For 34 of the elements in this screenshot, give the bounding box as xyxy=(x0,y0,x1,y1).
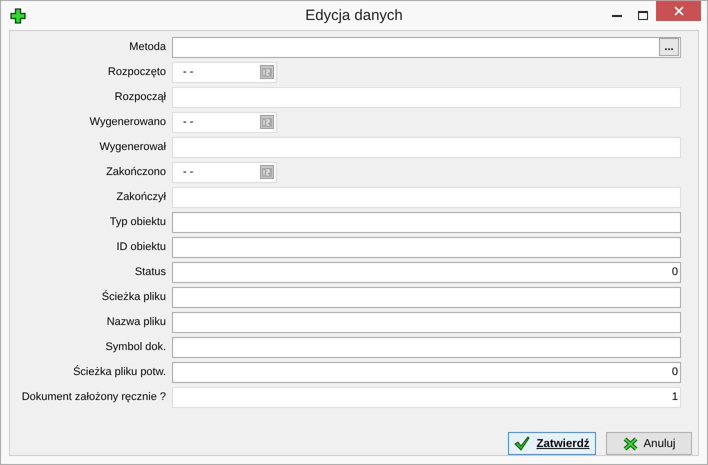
field-label: Zakończono xyxy=(105,166,167,178)
plus-icon xyxy=(10,8,26,24)
field-label: Ścieżka pliku xyxy=(100,291,167,303)
close-button[interactable] xyxy=(656,1,701,21)
close-icon xyxy=(674,6,684,16)
field-label: Rozpoczęto xyxy=(106,66,167,78)
input-field[interactable] xyxy=(172,236,681,258)
minimize-icon xyxy=(612,14,622,16)
field-label: Wygenerowano xyxy=(88,116,167,128)
close-icon xyxy=(622,436,638,450)
field-label: ID obiektu xyxy=(115,241,167,253)
maximize-icon xyxy=(638,11,648,20)
input-field[interactable] xyxy=(172,312,681,332)
field-label: Symbol dok. xyxy=(104,341,167,353)
input-field[interactable]: 0 xyxy=(172,362,681,382)
cancel-button[interactable]: Anuluj xyxy=(606,432,692,455)
input-field[interactable] xyxy=(172,286,681,308)
field-label: Status xyxy=(134,266,167,278)
input-field[interactable]: 0 xyxy=(172,262,681,282)
field-label: Wygenerował xyxy=(98,141,167,153)
input-field[interactable] xyxy=(172,336,681,358)
window-title: Edycja danych xyxy=(305,7,403,24)
input-field[interactable] xyxy=(172,212,681,232)
input-field[interactable]: ... xyxy=(172,36,681,58)
field-label: Rozpoczął xyxy=(114,91,167,103)
field-label: Zakończył xyxy=(115,191,167,203)
field-label: Ścieżka pliku potw. xyxy=(72,366,167,378)
checkmark-icon xyxy=(514,436,530,451)
field-label: Nazwa pliku xyxy=(106,316,167,328)
confirm-button[interactable]: Zatwierdź xyxy=(508,432,596,455)
field-label: Metoda xyxy=(128,41,167,53)
browse-button[interactable]: ... xyxy=(659,38,679,56)
field-label: Typ obiektu xyxy=(108,216,167,228)
field-label: Dokument założony ręcznie ? xyxy=(20,391,167,403)
